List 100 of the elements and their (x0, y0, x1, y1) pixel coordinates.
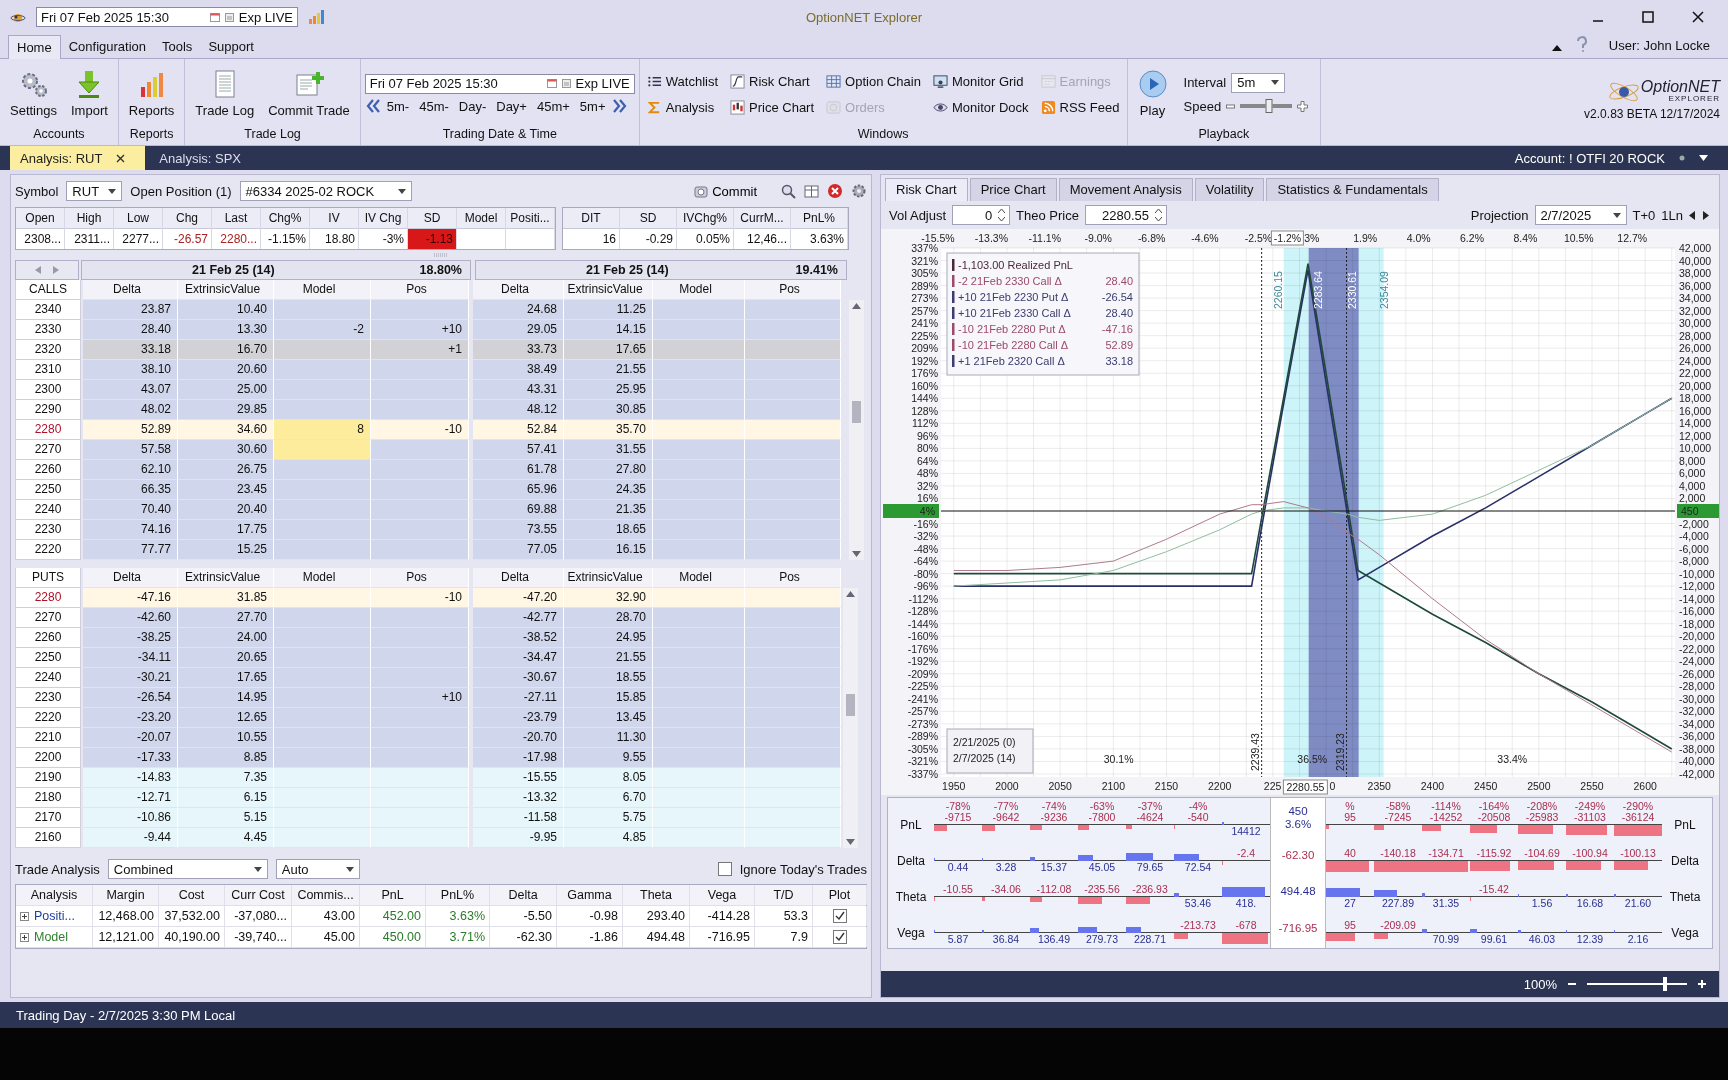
model-cell[interactable] (274, 360, 371, 380)
menu-tab[interactable]: Support (200, 35, 262, 58)
window-button[interactable]: Monitor Dock (929, 99, 1032, 115)
table-row[interactable]: 2250 66.35 23.45 65.96 24.35 (15, 480, 847, 500)
model-cell[interactable] (274, 520, 371, 540)
commit-button[interactable]: Commit (688, 182, 763, 200)
checkbox[interactable] (717, 862, 732, 876)
model-cell[interactable] (274, 588, 371, 608)
scale-dropdown[interactable]: Auto (275, 859, 360, 879)
model-cell[interactable] (274, 828, 371, 848)
window-button[interactable]: Option Chain (823, 73, 924, 89)
position-dropdown[interactable]: #6334 2025-02 ROCK (239, 181, 412, 201)
document-tab[interactable]: Analysis: SPX (149, 146, 251, 170)
collapse-icon[interactable] (1550, 44, 1563, 52)
model-cell[interactable] (274, 668, 371, 688)
grip-icon[interactable] (434, 253, 448, 257)
table-row[interactable]: 2280 -47.16 31.85 -10 -47.20 32.90 (15, 588, 841, 608)
spinner-arrows-icon[interactable] (998, 208, 1006, 222)
time-step-button[interactable]: 45m- (415, 97, 453, 115)
model-cell[interactable] (274, 728, 371, 748)
model-cell[interactable] (274, 400, 371, 420)
plot-checkbox[interactable] (832, 909, 847, 923)
table-row[interactable]: 2270 -42.60 27.70 -42.77 28.70 (15, 608, 841, 628)
model-cell[interactable] (274, 708, 371, 728)
ribbon-button[interactable]: Settings (4, 66, 63, 120)
calendar-icon[interactable] (209, 12, 220, 22)
analysis-mode-dropdown[interactable]: Combined (107, 859, 268, 879)
spinner-arrows-icon[interactable] (1155, 208, 1162, 222)
table-row[interactable]: 2230 -26.54 14.95 +10 -27.11 15.85 (15, 688, 841, 708)
table-row[interactable]: 2240 -30.21 17.65 -30.67 18.55 (15, 668, 841, 688)
chart-tab[interactable]: Price Chart (969, 178, 1057, 201)
window-button[interactable]: Monitor Grid (929, 73, 1032, 89)
table-row[interactable]: 2160 -9.44 4.45 -9.95 4.85 (15, 828, 841, 848)
model-cell[interactable]: 8 (274, 420, 371, 440)
chart-tab[interactable]: Risk Chart (885, 178, 968, 201)
menu-tab[interactable]: Configuration (60, 35, 154, 58)
window-button[interactable]: RSS Feed (1037, 99, 1123, 115)
table-row[interactable]: 2340 23.87 10.40 24.68 11.25 (15, 300, 847, 320)
time-step-button[interactable]: 5m- (382, 97, 414, 115)
dropdown-arrow-icon[interactable] (1271, 80, 1280, 85)
dropdown-arrow-icon[interactable] (345, 866, 354, 872)
chart-tab[interactable]: Statistics & Fundamentals (1266, 178, 1439, 201)
row-name[interactable]: Positi... (34, 906, 75, 926)
window-button[interactable]: Risk Chart (727, 73, 818, 89)
slider-thumb[interactable] (1265, 99, 1273, 113)
window-button[interactable]: Price Chart (727, 99, 818, 115)
scrollbar[interactable] (843, 588, 858, 848)
table-row[interactable]: 2210 -20.07 10.55 -20.70 11.30 (15, 728, 841, 748)
model-cell[interactable] (274, 540, 371, 560)
dropdown-arrow-icon[interactable] (1699, 155, 1708, 161)
ribbon-button[interactable]: Reports (122, 66, 181, 120)
model-cell[interactable] (274, 628, 371, 648)
table-row[interactable]: 2270 57.58 30.60 57.41 31.55 (15, 440, 847, 460)
close-icon[interactable] (1692, 11, 1704, 23)
table-row[interactable]: 2180 -12.71 6.15 -13.32 6.70 (15, 788, 841, 808)
plot-checkbox[interactable] (832, 930, 847, 944)
dropdown-arrow-icon[interactable] (108, 188, 117, 194)
projection-dropdown[interactable]: 2/7/2025 (1534, 205, 1627, 225)
model-cell[interactable] (274, 440, 371, 460)
ribbon-button[interactable]: Commit Trade (262, 66, 356, 120)
ribbon-button[interactable]: Import (65, 66, 114, 120)
model-cell[interactable] (274, 480, 371, 500)
table-row[interactable]: 2260 62.10 26.75 61.78 27.80 (15, 460, 847, 480)
settings-icon[interactable] (851, 183, 867, 199)
symbol-dropdown[interactable]: RUT (66, 181, 123, 201)
table-row[interactable]: 2330 28.40 13.30 -2 +10 29.05 14.15 (15, 320, 847, 340)
model-cell[interactable] (274, 608, 371, 628)
double-right-arrow-icon[interactable] (611, 98, 628, 114)
scroll-thumb[interactable] (846, 693, 855, 716)
table-row[interactable]: 2310 38.10 20.60 38.49 21.55 (15, 360, 847, 380)
double-left-arrow-icon[interactable] (364, 98, 381, 114)
time-step-button[interactable]: Day- (454, 97, 491, 115)
expand-icon[interactable] (20, 911, 29, 921)
down-arrow-icon[interactable] (852, 551, 861, 557)
up-arrow-icon[interactable] (852, 303, 861, 309)
model-cell[interactable] (274, 788, 371, 808)
table-row[interactable]: 2220 -23.20 12.65 -23.79 13.45 (15, 708, 841, 728)
table-row[interactable]: 2260 -38.25 24.00 -38.52 24.95 (15, 628, 841, 648)
dropdown-arrow-icon[interactable] (1612, 212, 1621, 218)
document-tab[interactable]: Analysis: RUT (10, 146, 146, 170)
chart-tab[interactable]: Movement Analysis (1058, 178, 1193, 201)
checkbox-icon[interactable] (224, 12, 234, 22)
model-cell[interactable] (274, 808, 371, 828)
menu-tab[interactable]: Tools (154, 35, 201, 58)
model-cell[interactable] (274, 380, 371, 400)
table-row[interactable]: 2190 -14.83 7.35 -15.55 8.05 (15, 768, 841, 788)
model-cell[interactable] (274, 500, 371, 520)
bar-chart-icon[interactable] (308, 9, 324, 25)
menu-tab[interactable]: Home (8, 35, 61, 59)
row-name[interactable]: Model (34, 927, 69, 947)
help-icon[interactable] (1574, 36, 1589, 52)
calendar-icon[interactable] (546, 79, 557, 88)
expand-icon[interactable] (20, 932, 29, 942)
model-cell[interactable] (274, 688, 371, 708)
time-step-button[interactable]: Day+ (492, 97, 531, 115)
table-row[interactable]: 2290 48.02 29.85 48.12 30.85 (15, 400, 847, 420)
table-row[interactable]: 2320 33.18 16.70 +1 33.73 17.65 (15, 340, 847, 360)
window-button[interactable]: Watchlist (643, 73, 722, 89)
close-circle-icon[interactable] (827, 183, 843, 199)
down-arrow-icon[interactable] (846, 839, 855, 845)
